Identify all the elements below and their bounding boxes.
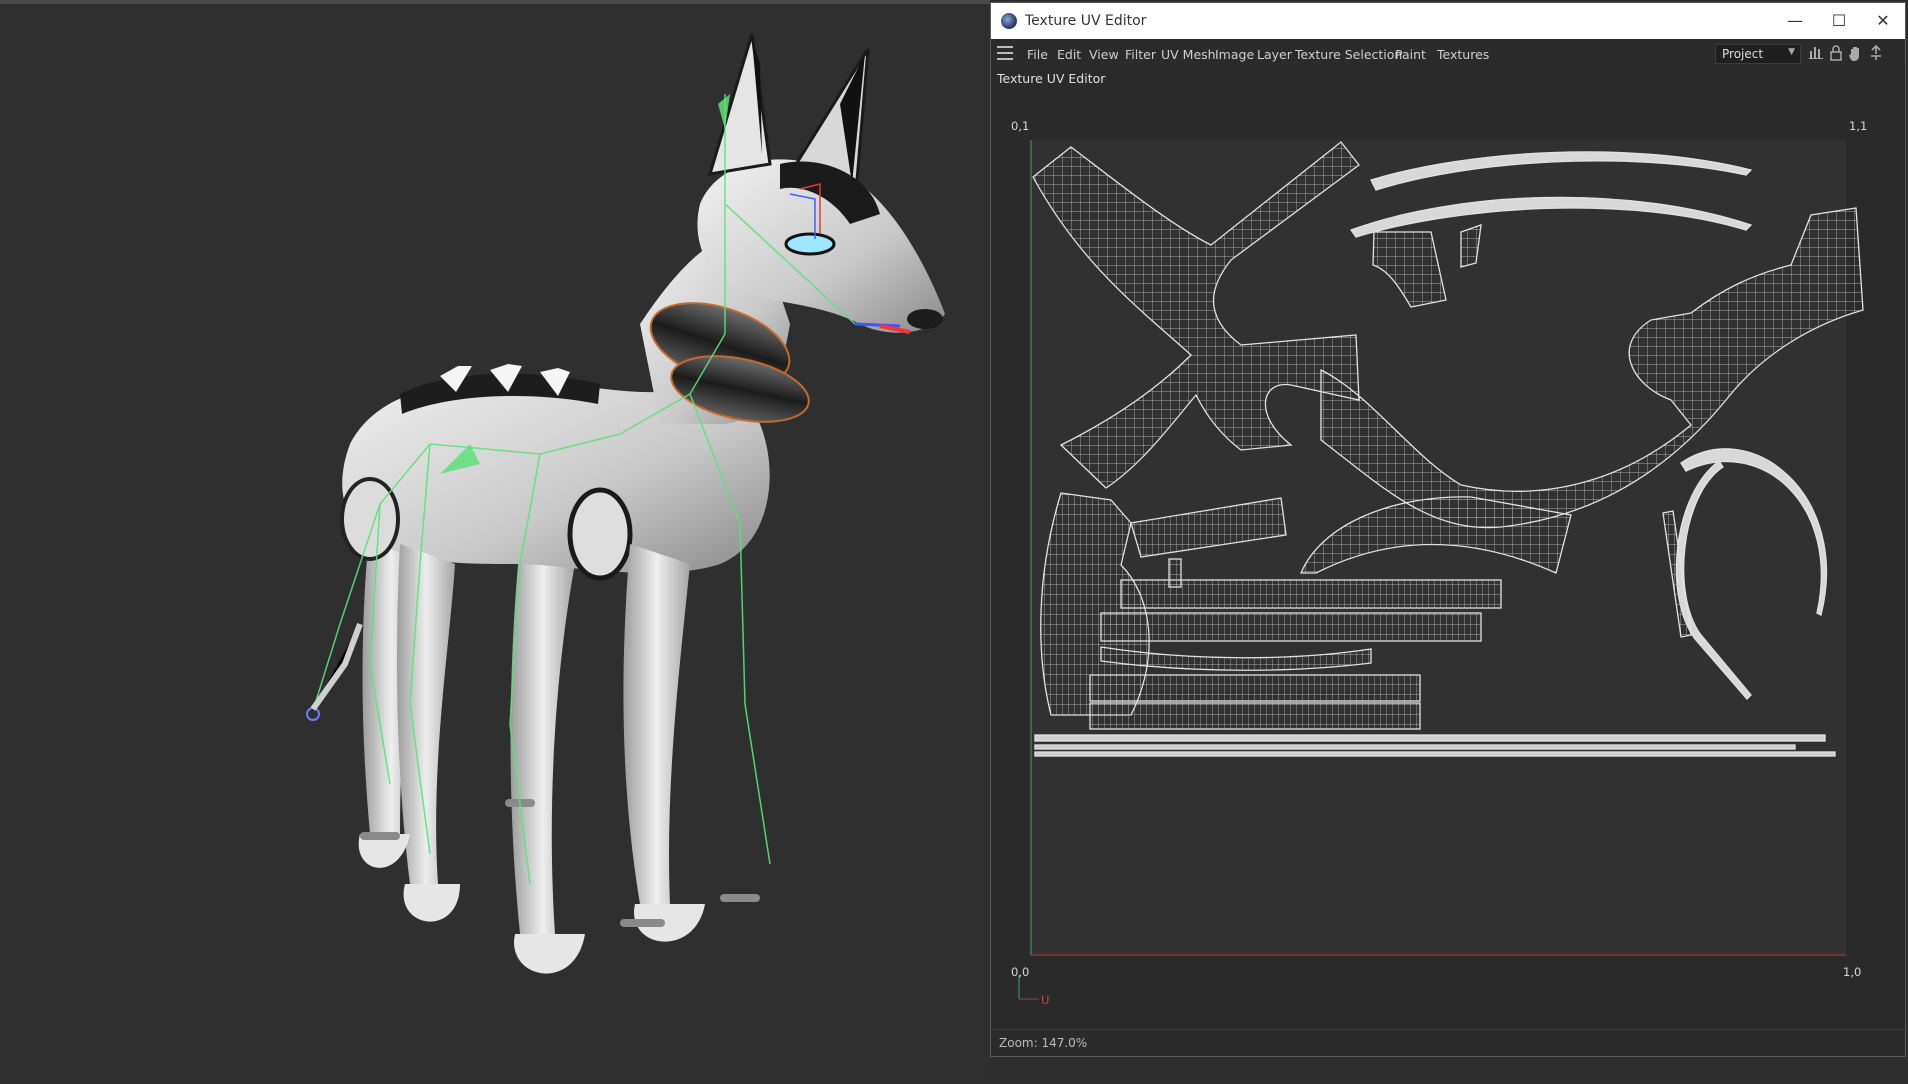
- texture-uv-editor-window[interactable]: Texture UV Editor — ☐ ✕ File Edit View F…: [990, 2, 1906, 1057]
- editor-subtitle: Texture UV Editor: [997, 71, 1106, 86]
- menu-edit[interactable]: Edit: [1057, 47, 1081, 62]
- front-left-leg: [510, 544, 575, 934]
- menu-layer[interactable]: Layer: [1257, 47, 1292, 62]
- menu-filter[interactable]: Filter: [1125, 47, 1156, 62]
- menu-icon[interactable]: [997, 46, 1013, 60]
- menubar: File Edit View Filter UV Mesh Image Laye…: [991, 39, 1905, 69]
- uv-rect-4: [1089, 702, 1421, 730]
- project-select-value: Project: [1722, 47, 1764, 61]
- uv-corner-top-right: 1,1: [1849, 119, 1868, 133]
- dog-eye: [784, 232, 836, 256]
- uv-corner-bottom-right: 1,0: [1843, 965, 1862, 979]
- rear-right-leg: [397, 544, 455, 884]
- dog-nose: [907, 309, 943, 329]
- window-title: Texture UV Editor: [1025, 13, 1147, 29]
- u-axis-label: U: [1041, 993, 1050, 1007]
- minimize-button[interactable]: —: [1773, 3, 1817, 39]
- 3d-viewport[interactable]: [0, 0, 990, 1080]
- uv-rect-3: [1089, 674, 1421, 702]
- uv-corner-top-left: 0,1: [1011, 119, 1030, 133]
- uv-rect-2: [1100, 612, 1482, 642]
- menu-texture-selection[interactable]: Texture Selection: [1295, 47, 1402, 62]
- statusbar: Zoom: 147.0%: [991, 1029, 1905, 1056]
- menu-image[interactable]: Image: [1215, 47, 1254, 62]
- menu-paint[interactable]: Paint: [1395, 47, 1426, 62]
- pin-icon[interactable]: [1867, 44, 1885, 63]
- uv-strip-long-2: [1034, 744, 1796, 750]
- close-button[interactable]: ✕: [1861, 3, 1905, 39]
- window-titlebar[interactable]: Texture UV Editor — ☐ ✕: [991, 3, 1905, 39]
- cinema4d-app-icon: [1001, 13, 1017, 29]
- menu-uv-mesh[interactable]: UV Mesh: [1161, 47, 1216, 62]
- menu-textures[interactable]: Textures: [1437, 47, 1489, 62]
- histogram-icon[interactable]: [1807, 45, 1825, 63]
- robot-dog-model[interactable]: [0, 4, 990, 1084]
- maximize-button[interactable]: ☐: [1817, 3, 1861, 39]
- zoom-readout: Zoom: 147.0%: [999, 1036, 1088, 1050]
- menu-file[interactable]: File: [1027, 47, 1048, 62]
- front-right-leg: [623, 544, 690, 904]
- uv-strip-long-3: [1034, 751, 1836, 757]
- hand-icon[interactable]: [1847, 45, 1865, 63]
- menu-view[interactable]: View: [1089, 47, 1119, 62]
- lock-icon[interactable]: [1827, 45, 1845, 63]
- chevron-down-icon: ▼: [1788, 47, 1795, 57]
- project-select[interactable]: Project ▼: [1715, 44, 1801, 64]
- uv-canvas[interactable]: [991, 95, 1905, 1025]
- uv-strip-long-1: [1034, 734, 1826, 742]
- uv-rect-small: [1168, 558, 1182, 588]
